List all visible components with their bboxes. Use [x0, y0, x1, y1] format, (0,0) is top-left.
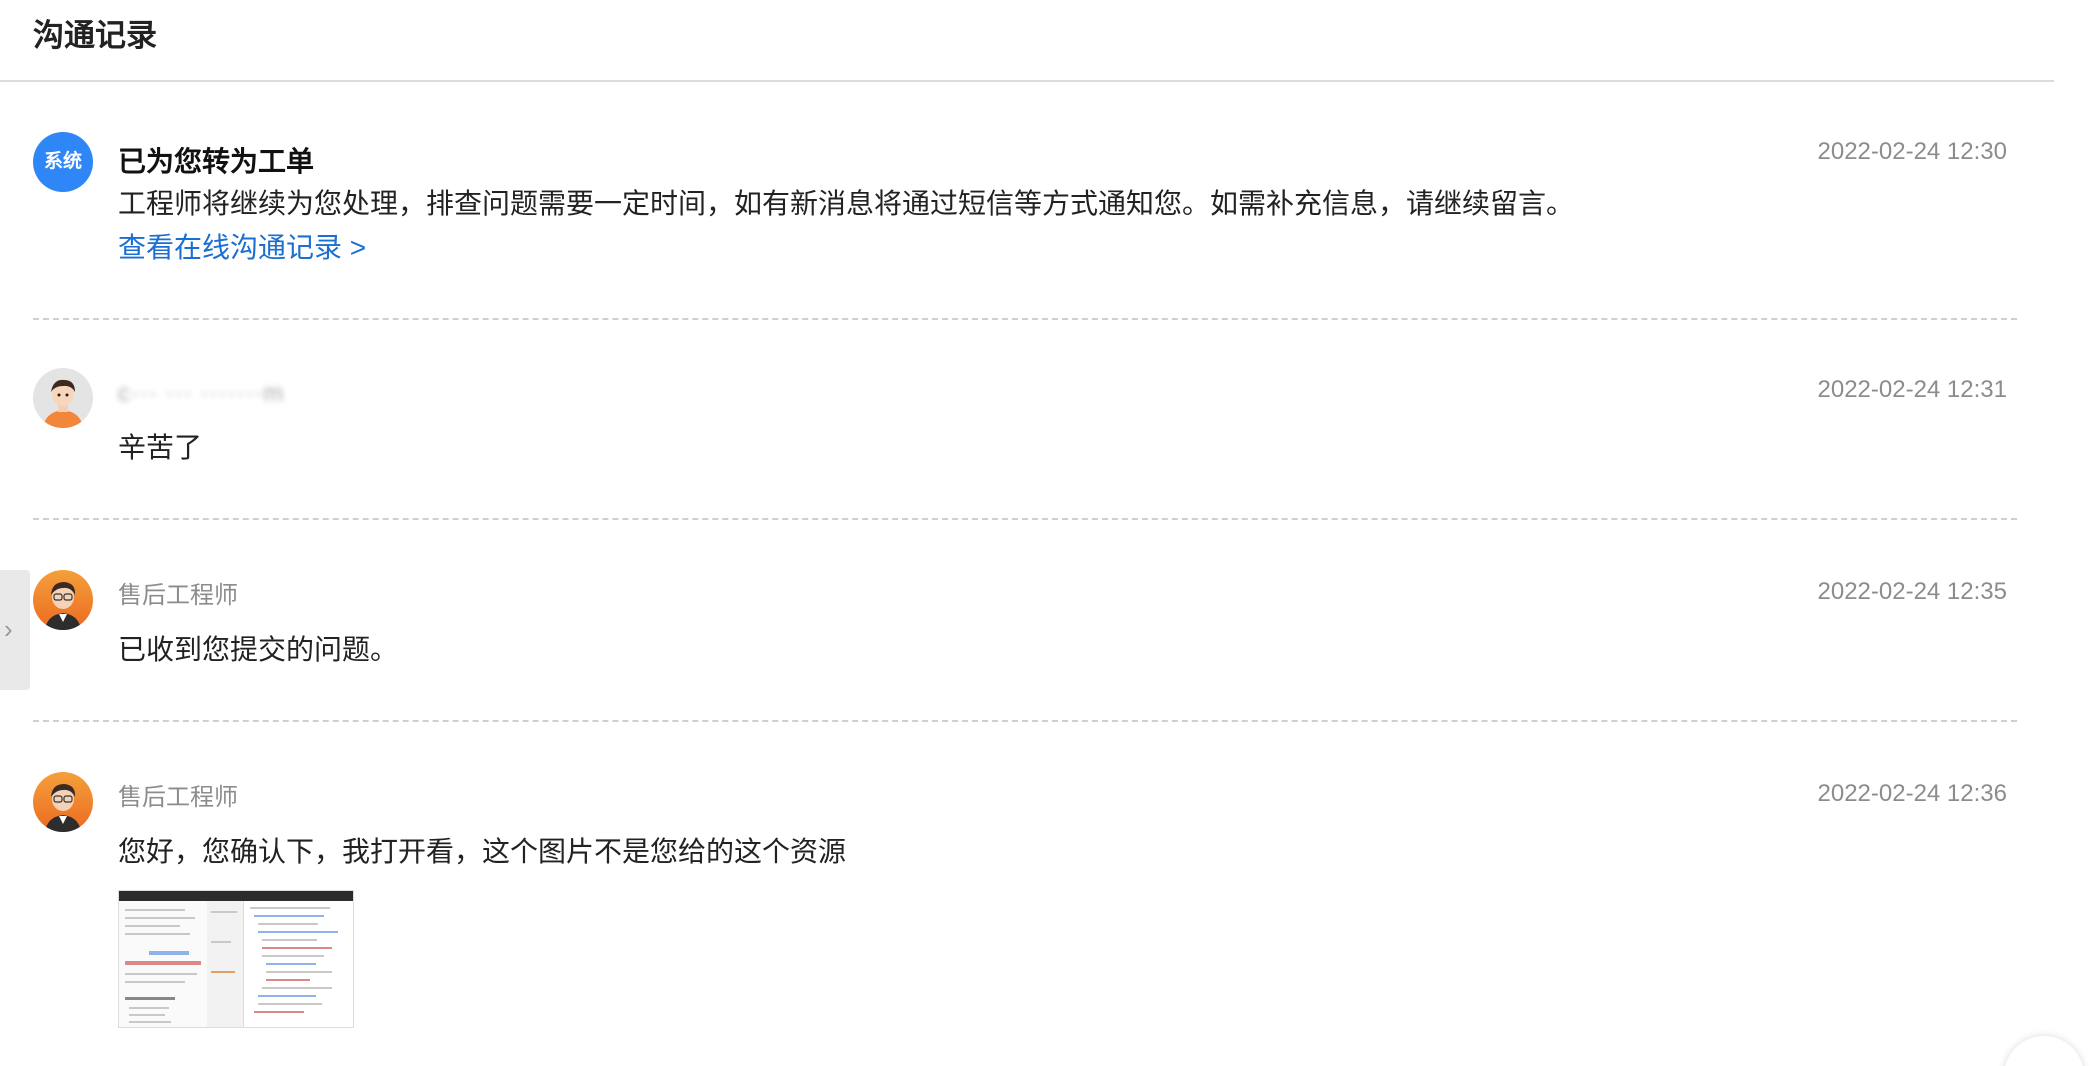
user-avatar	[33, 368, 93, 428]
message-item: c··· ··· ·······m 2022-02-24 12:31 辛苦了	[33, 368, 2017, 520]
side-expand-tab[interactable]: ›	[0, 570, 30, 690]
message-body: 辛苦了	[118, 432, 203, 463]
message-body: 您好，您确认下，我打开看，这个图片不是您给的这个资源	[118, 836, 847, 867]
message-time: 2022-02-24 12:30	[1817, 138, 2008, 165]
thumbnail-left-pane	[119, 901, 207, 1027]
message-time: 2022-02-24 12:31	[1817, 376, 2008, 403]
message-divider	[33, 518, 2017, 520]
view-chat-record-link[interactable]: 查看在线沟通记录 >	[118, 228, 366, 268]
thumbnail-code-pane	[243, 901, 353, 1027]
message-item: 系统 已为您转为工单 2022-02-24 12:30 工程师将继续为您处理，排…	[33, 132, 2017, 320]
message-divider	[33, 318, 2017, 320]
message-sender: c··· ··· ·······m	[118, 380, 285, 407]
attached-screenshot-thumbnail[interactable]	[118, 890, 354, 1028]
thumbnail-mid-pane	[207, 901, 243, 1027]
message-title: 已为您转为工单	[118, 146, 315, 177]
thumbnail-titlebar	[119, 891, 353, 901]
system-avatar: 系统	[33, 132, 93, 192]
chevron-right-icon: ›	[4, 614, 13, 644]
message-time: 2022-02-24 12:36	[1817, 780, 2008, 807]
page-header: 沟通记录	[0, 0, 2054, 82]
engineer-avatar	[33, 772, 93, 832]
message-body: 工程师将继续为您处理，排查问题需要一定时间，如有新消息将通过短信等方式通知您。如…	[118, 188, 1575, 219]
page-title: 沟通记录	[33, 18, 157, 53]
message-item: 售后工程师 2022-02-24 12:36 您好，您确认下，我打开看，这个图片…	[33, 772, 2017, 1066]
engineer-avatar	[33, 570, 93, 630]
message-time: 2022-02-24 12:35	[1817, 578, 2008, 605]
message-divider	[33, 720, 2017, 722]
message-sender: 售后工程师	[118, 784, 238, 811]
message-body: 已收到您提交的问题。	[118, 634, 399, 665]
message-item: 售后工程师 2022-02-24 12:35 已收到您提交的问题。	[33, 570, 2017, 722]
message-sender: 售后工程师	[118, 582, 238, 609]
